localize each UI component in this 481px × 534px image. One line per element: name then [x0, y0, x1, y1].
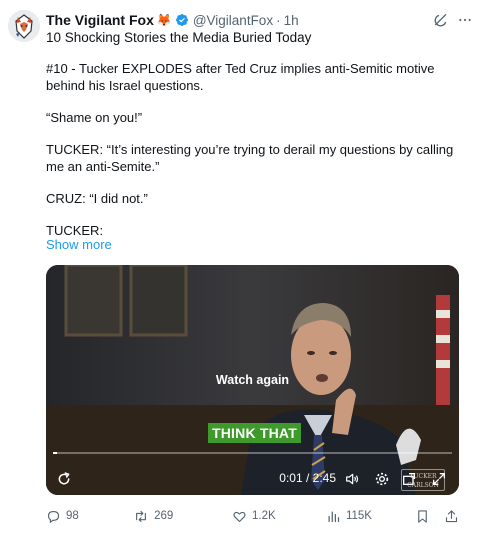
progress-bar[interactable]: [53, 452, 452, 454]
replay-icon[interactable]: [56, 471, 72, 487]
repost-button[interactable]: 269: [133, 509, 232, 524]
picture-in-picture-icon[interactable]: [401, 471, 417, 487]
progress-fill: [53, 452, 57, 454]
views-button[interactable]: 115K: [326, 509, 415, 524]
author-handle[interactable]: @VigilantFox: [193, 13, 273, 28]
avatar[interactable]: [8, 10, 40, 42]
volume-icon[interactable]: [344, 471, 360, 487]
bookmark-icon[interactable]: [415, 509, 430, 524]
show-more-link[interactable]: Show more: [46, 237, 112, 252]
separator-dot: ·: [276, 12, 281, 28]
fox-emoji: 🦊: [156, 13, 172, 27]
tweet-header: The Vigilant Fox 🦊 @VigilantFox · 1h: [46, 10, 473, 30]
tweet-subtitle: 10 Shocking Stories the Media Buried Tod…: [46, 30, 312, 45]
tweet-actions: 98 269 1.2K 115K: [46, 507, 459, 525]
like-count: 1.2K: [251, 510, 276, 522]
views-count: 115K: [345, 510, 372, 522]
more-options-icon[interactable]: [457, 12, 473, 28]
secondary-actions: [415, 509, 459, 524]
tweet-paragraph: #10 - Tucker EXPLODES after Ted Cruz imp…: [46, 61, 435, 93]
video-timecode: 0:01 / 2:45: [279, 471, 336, 485]
share-icon[interactable]: [444, 509, 459, 524]
heart-icon: [233, 511, 246, 522]
settings-icon[interactable]: [374, 471, 390, 487]
tweet-paragraph: “Shame on you!”: [46, 110, 143, 125]
video-controls: 0:01 / 2:45 TUCKER CARLSON: [46, 465, 459, 495]
tweet-paragraph: TUCKER: “It’s interesting you’re trying …: [46, 142, 454, 174]
tweet-paragraph: CRUZ: “I did not.”: [46, 191, 148, 206]
tweet: The Vigilant Fox 🦊 @VigilantFox · 1h 10 …: [0, 0, 481, 534]
watch-again-label[interactable]: Watch again: [46, 373, 459, 387]
grok-icon[interactable]: [433, 12, 449, 28]
reply-count: 98: [66, 510, 79, 522]
repost-icon: [136, 510, 146, 522]
video-player[interactable]: Watch again THINK THAT 0:01 / 2:45 TUCKE…: [46, 265, 459, 495]
views-chart-icon: [328, 511, 340, 522]
tweet-text: #10 - Tucker EXPLODES after Ted Cruz imp…: [46, 60, 466, 254]
like-button[interactable]: 1.2K: [232, 509, 326, 524]
reply-icon: [47, 510, 60, 523]
repost-count: 269: [154, 510, 174, 522]
header-icons: [433, 12, 473, 28]
timestamp[interactable]: 1h: [284, 13, 299, 28]
author-name[interactable]: The Vigilant Fox: [46, 12, 154, 28]
fullscreen-icon[interactable]: [431, 471, 447, 487]
fox-logo-icon: [8, 10, 40, 42]
reply-button[interactable]: 98: [46, 509, 133, 524]
verified-badge-icon: [175, 14, 188, 26]
video-caption: THINK THAT: [208, 423, 301, 443]
